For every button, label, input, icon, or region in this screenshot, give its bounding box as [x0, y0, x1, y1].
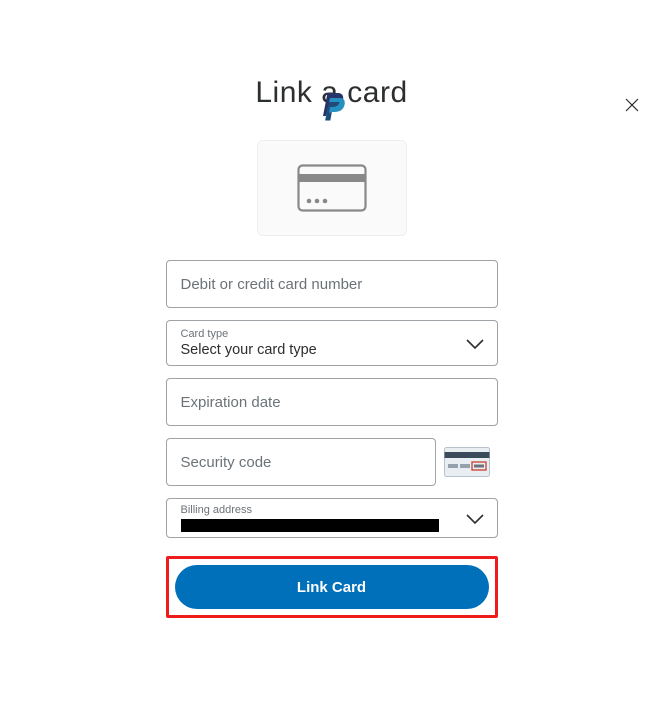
credit-card-icon — [297, 164, 367, 212]
cvv-hint-icon — [444, 447, 490, 477]
billing-address-value — [181, 519, 439, 532]
close-button[interactable] — [623, 96, 641, 114]
link-card-button[interactable]: Link Card — [175, 565, 489, 609]
submit-highlight-box: Link Card — [166, 556, 498, 618]
chevron-down-icon — [465, 512, 485, 524]
card-illustration — [257, 140, 407, 236]
card-type-select[interactable]: Card type Select your card type — [166, 320, 498, 366]
card-number-input[interactable] — [167, 261, 497, 307]
security-code-input[interactable] — [167, 439, 435, 485]
security-code-field-wrapper — [166, 438, 436, 486]
card-number-field-wrapper — [166, 260, 498, 308]
card-type-label: Card type — [181, 328, 483, 341]
expiration-field-wrapper — [166, 378, 498, 426]
billing-address-select[interactable]: Billing address — [166, 498, 498, 538]
billing-address-label: Billing address — [181, 504, 463, 517]
chevron-down-icon — [465, 337, 485, 349]
card-type-value: Select your card type — [181, 341, 483, 361]
close-icon — [623, 96, 641, 114]
expiration-input[interactable] — [167, 379, 497, 425]
paypal-logo — [319, 91, 345, 121]
